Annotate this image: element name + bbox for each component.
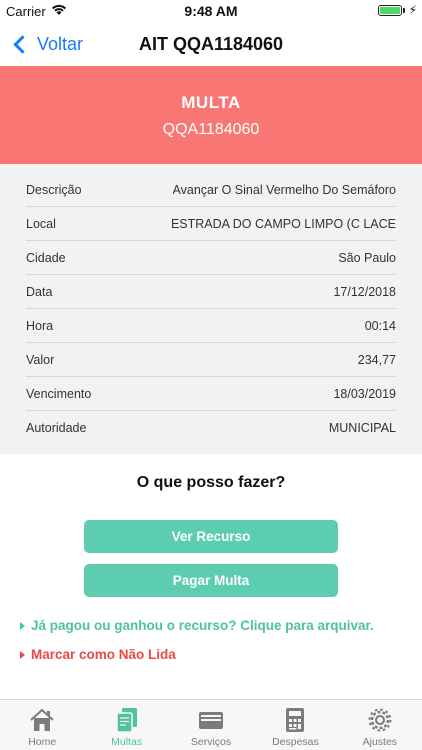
detail-value: MUNICIPAL [328,421,396,435]
detail-label: Autoridade [26,421,87,435]
battery-tip [403,8,405,13]
archive-link[interactable]: Já pagou ou ganhou o recurso? Clique par… [20,618,374,633]
detail-row-local: Local ESTRADA DO CAMPO LIMPO (C LACE [26,207,396,241]
tab-home[interactable]: Home [0,700,84,750]
tab-label: Despesas [272,736,319,748]
caret-right-icon [20,621,25,630]
detail-value: 234,77 [357,352,396,367]
detail-value: Avançar O Sinal Vermelho Do Semáforo [172,182,397,197]
detail-label: Local [26,216,56,231]
charging-icon: ⚡ [408,3,417,17]
tab-label: Serviços [190,736,232,748]
actions-heading: O que posso fazer? [136,474,286,491]
detail-value: 00:14 [364,318,396,333]
detail-row-valor: Valor 234,77 [26,343,396,377]
status-bar: Carrier 9:48 AM ⚡ [0,0,422,22]
tab-label: Multas [111,736,143,748]
gear-icon [368,708,392,732]
battery-icon [378,5,402,16]
fine-banner: MULTA QQA1184060 [0,66,422,164]
clock: 9:48 AM [184,3,238,19]
navigation-bar: Voltar AIT QQA1184060 [0,22,422,66]
fine-details: Descrição Avançar O Sinal Vermelho Do Se… [0,164,422,454]
fine-code: QQA1184060 [162,121,260,138]
detail-row-autoridade: Autoridade MUNICIPAL [26,411,396,445]
detail-value: ESTRADA DO CAMPO LIMPO (C LACE [170,216,396,231]
detail-label: Descrição [26,182,82,197]
detail-label: Data [26,284,53,299]
back-button[interactable]: Voltar [10,22,83,66]
tab-multas[interactable]: Multas [84,700,168,750]
archive-link-label: Já pagou ou ganhou o recurso? Clique par… [31,618,374,633]
home-icon [30,708,54,731]
detail-row-hora: Hora 00:14 [26,309,396,343]
detail-label: Cidade [26,250,66,265]
tab-despesas[interactable]: Despesas [253,700,337,750]
calculator-icon [286,708,305,732]
fine-type: MULTA [181,93,241,112]
tab-servicos[interactable]: Serviços [169,700,253,750]
detail-value: São Paulo [338,250,396,265]
pagar-multa-button[interactable]: Pagar Multa [84,564,338,597]
detail-row-vencimento: Vencimento 18/03/2019 [26,377,396,411]
wallet-icon [199,712,224,729]
detail-label: Vencimento [26,386,92,401]
documents-icon [115,708,137,733]
tab-bar: Home Multas Serviços Despesas Ajustes [0,699,422,750]
detail-row-descricao: Descrição Avançar O Sinal Vermelho Do Se… [26,173,396,207]
detail-value: 17/12/2018 [333,284,396,299]
mark-unread-label: Marcar como Não Lida [31,647,176,662]
ver-recurso-button[interactable]: Ver Recurso [84,520,338,553]
detail-row-data: Data 17/12/2018 [26,275,396,309]
caret-right-icon [20,650,25,659]
tab-label: Ajustes [362,736,398,748]
mark-unread-link[interactable]: Marcar como Não Lida [20,647,176,662]
tab-ajustes[interactable]: Ajustes [338,700,422,750]
chevron-left-icon [13,34,32,54]
detail-label: Valor [26,352,55,367]
detail-value: 18/03/2019 [333,386,396,401]
detail-row-cidade: Cidade São Paulo [26,241,396,275]
detail-label: Hora [26,318,54,333]
back-label: Voltar [37,33,84,54]
tab-label: Home [28,736,57,748]
